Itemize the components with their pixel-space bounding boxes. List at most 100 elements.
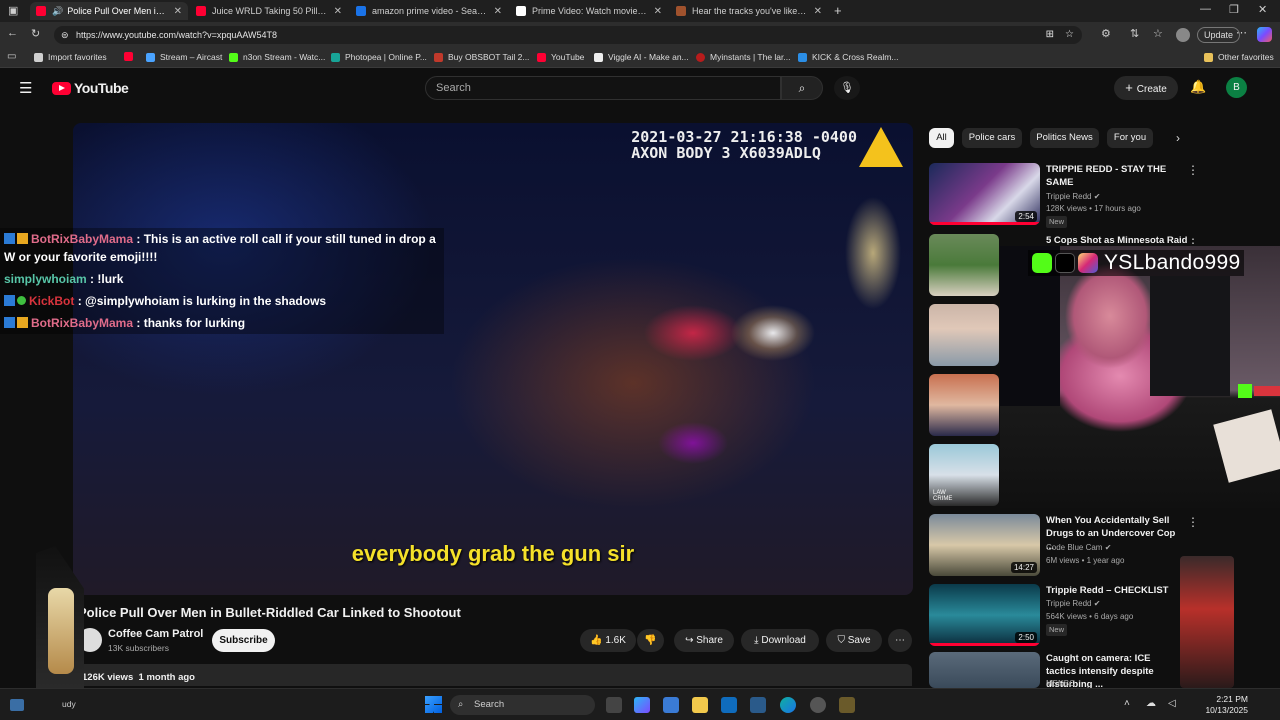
video-thumbnail[interactable]: 2:50 [929, 584, 1040, 646]
like-button[interactable]: 👍 1.6K [580, 629, 636, 652]
app-available-icon[interactable]: ⊞ [1046, 26, 1054, 44]
outlook-icon[interactable] [721, 697, 737, 713]
verified-badge-icon [4, 295, 15, 306]
tab-5[interactable]: Hear the tracks you've liked: on S ✕ [670, 2, 828, 20]
create-button[interactable]: + Create [1114, 76, 1178, 100]
rec-video-title[interactable]: TRIPPIE REDD - STAY THE SAME [1046, 163, 1176, 189]
bookmark-photopea[interactable]: Photopea | Online P... [331, 52, 427, 62]
close-tab-icon[interactable]: ✕ [334, 6, 342, 17]
watch-progress-bar [929, 643, 1040, 646]
bookmark-myinstants[interactable]: Myinstants | The lar... [696, 52, 790, 62]
tab-1[interactable]: 🔊 Police Pull Over Men in Bulle ✕ [30, 2, 188, 20]
import-icon [34, 52, 43, 62]
new-tab-icon[interactable]: + [834, 3, 842, 18]
download-button[interactable]: ⤓ Download [741, 629, 819, 652]
site-info-icon[interactable]: ⊜ [61, 26, 69, 44]
system-clock[interactable]: 2:21 PM 10/13/2025 [1198, 694, 1248, 716]
maximize-icon[interactable]: ❐ [1229, 3, 1239, 16]
notifications-bell-icon[interactable]: 🔔 [1190, 79, 1206, 95]
weather-icon[interactable] [10, 699, 24, 711]
video-thumbnail[interactable] [929, 652, 1040, 688]
more-vertical-icon[interactable]: ⋮ [1187, 163, 1199, 177]
plus-icon: + [1125, 80, 1133, 95]
url-field[interactable]: ⊜ https://www.youtube.com/watch?v=xpquAA… [54, 26, 1082, 44]
taskbar-search[interactable]: ⌕ Search [450, 695, 595, 715]
video-thumbnail[interactable] [929, 374, 999, 436]
menu-icon[interactable]: ☰ [19, 79, 32, 97]
search-input[interactable]: Search [425, 76, 781, 100]
subscribe-button[interactable]: Subscribe [212, 629, 275, 652]
close-tab-icon[interactable]: ✕ [494, 6, 502, 17]
edge-icon[interactable] [780, 697, 796, 713]
chevron-right-icon[interactable]: › [1176, 131, 1180, 145]
video-thumbnail[interactable]: LAW CRIME [929, 444, 999, 506]
chevron-up-icon[interactable]: ˄ [1124, 698, 1130, 709]
bookmark-n3on[interactable]: n3on Stream - Watc... [229, 52, 325, 62]
obs-icon[interactable] [810, 697, 826, 713]
more-vertical-icon[interactable]: ⋮ [1187, 515, 1199, 529]
copilot-icon[interactable] [1257, 27, 1272, 42]
tab-3[interactable]: amazon prime video - Search ✕ [350, 2, 508, 20]
dislike-button[interactable]: 👎 [637, 629, 664, 652]
windows-start-icon[interactable] [425, 696, 442, 713]
profile-icon[interactable] [1176, 28, 1190, 42]
split-screen-icon[interactable]: ⇅ [1130, 27, 1139, 40]
store-icon[interactable] [663, 697, 679, 713]
bookmark-youtube-short[interactable] [124, 52, 138, 61]
close-tab-icon[interactable]: ✕ [654, 6, 662, 17]
tab-title: Police Pull Over Men in Bulle [67, 6, 167, 16]
favorites-icon[interactable]: ☆ [1153, 27, 1163, 40]
volume-icon[interactable]: ◁ [1168, 698, 1176, 709]
file-explorer-icon[interactable] [692, 697, 708, 713]
save-button[interactable]: ⛉ Save [826, 629, 882, 652]
chip-police-cars[interactable]: Police cars [962, 128, 1022, 148]
tab-2[interactable]: Juice WRLD Taking 50 Pills Becau ✕ [190, 2, 348, 20]
account-avatar[interactable]: B [1226, 77, 1247, 98]
bookmark-viggle[interactable]: Viggle AI - Make an... [594, 52, 689, 62]
bookmark-import[interactable]: Import favorites [34, 52, 107, 62]
rec-video-title[interactable]: Trippie Redd – CHECKLIST [1046, 584, 1176, 597]
description-box[interactable]: 126K views 1 month ago [78, 664, 912, 686]
search-button[interactable]: ⌕ [781, 76, 823, 100]
chip-all[interactable]: All [929, 128, 954, 148]
bookmark-youtube[interactable]: YouTube [537, 52, 584, 62]
youtube-logo[interactable]: YouTube [52, 80, 129, 96]
video-duration: 2:50 [1015, 632, 1037, 643]
app-icon[interactable] [839, 697, 855, 713]
chip-politics-news[interactable]: Politics News [1030, 128, 1099, 148]
bookmark-obsbot[interactable]: Buy OBSBOT Tail 2... [434, 52, 529, 62]
copilot-app-icon[interactable] [634, 697, 650, 713]
tab-actions-icon[interactable]: ▣ [8, 4, 18, 17]
tab-4[interactable]: Prime Video: Watch movies, TV sh ✕ [510, 2, 668, 20]
extensions-icon[interactable]: ⚙ [1101, 27, 1111, 40]
update-button[interactable]: Update [1197, 27, 1241, 43]
bookmark-aircast[interactable]: Stream – Aircast [146, 52, 222, 62]
video-thumbnail[interactable]: 14:27 [929, 514, 1040, 576]
refresh-icon[interactable]: ↻ [31, 27, 40, 40]
chip-for-you[interactable]: For you [1107, 128, 1153, 148]
voice-search-button[interactable]: 🎙 [834, 76, 860, 100]
video-thumbnail[interactable]: 2:54 [929, 163, 1040, 225]
bookmark-kick-cross[interactable]: KICK & Cross Realm... [798, 52, 898, 62]
microphone-icon: 🎙 [840, 82, 854, 94]
photos-icon[interactable] [750, 697, 766, 713]
sidebar-toggle-icon[interactable]: ▭ [7, 51, 16, 62]
close-tab-icon[interactable]: ✕ [814, 6, 822, 17]
back-icon[interactable]: ← [7, 27, 18, 39]
favorite-star-icon[interactable]: ☆ [1065, 26, 1074, 44]
close-tab-icon[interactable]: ✕ [174, 6, 182, 17]
close-window-icon[interactable]: ✕ [1258, 3, 1267, 16]
more-actions-button[interactable]: ⋯ [888, 629, 912, 652]
video-thumbnail[interactable] [929, 234, 999, 296]
network-icon[interactable]: ☁ [1146, 698, 1156, 709]
kick-icon [1032, 253, 1052, 273]
bookmark-label: Buy OBSBOT Tail 2... [448, 52, 530, 62]
more-menu-icon[interactable]: ⋯ [1236, 26, 1247, 39]
video-thumbnail[interactable] [929, 304, 999, 366]
other-favorites[interactable]: Other favorites [1204, 52, 1274, 62]
channel-name[interactable]: Coffee Cam Patrol [108, 628, 203, 640]
task-view-icon[interactable] [606, 697, 622, 713]
minimize-icon[interactable]: — [1200, 3, 1211, 15]
share-button[interactable]: ↪ Share [674, 629, 734, 652]
video-player[interactable]: 2021-03-27 21:16:38 -0400 AXON BODY 3 X6… [73, 123, 913, 595]
